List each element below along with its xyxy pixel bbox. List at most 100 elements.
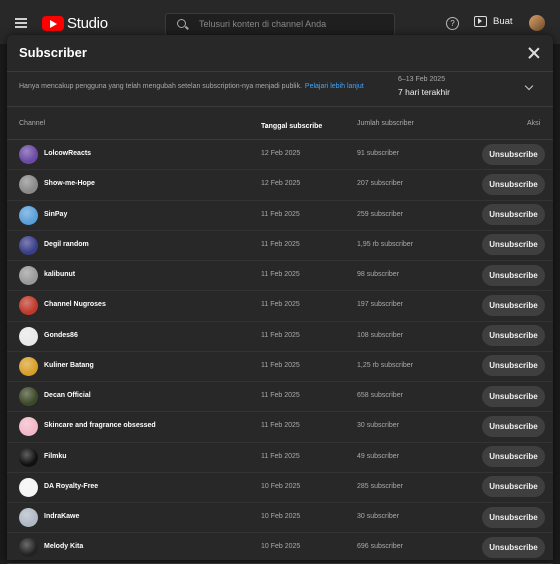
unsubscribe-button[interactable]: Unsubscribe — [482, 234, 545, 256]
subscriber-count: 696 subscriber — [357, 543, 403, 551]
unsubscribe-button[interactable]: Unsubscribe — [482, 385, 545, 407]
create-video-icon — [474, 16, 487, 27]
table-row: Gondes86 11 Feb 2025 108 subscriber Unsubsc… — [7, 322, 553, 352]
subscribe-date: 11 Feb 2025 — [261, 422, 300, 430]
table-row: SinPay 11 Feb 2025 259 subscriber Unsubscri… — [7, 201, 553, 231]
channel-name[interactable]: Show-me-Hope — [44, 180, 95, 187]
subscriber-count: 1,95 rb subscriber — [357, 240, 414, 248]
subscriber-count: 197 subscriber — [357, 301, 403, 309]
channel-avatar[interactable] — [19, 447, 38, 467]
channel-name[interactable]: Decan Official — [44, 392, 91, 399]
search-input[interactable]: Telusuri konten di channel Anda — [165, 13, 395, 37]
channel-avatar[interactable] — [19, 508, 38, 527]
channel-name[interactable]: Gondes86 — [44, 332, 78, 339]
sort-arrow-icon: ↓ — [265, 123, 269, 130]
subscribe-date: 11 Feb 2025 — [261, 210, 300, 218]
create-button[interactable]: Buat — [474, 16, 513, 27]
table-row: Decan Official 11 Feb 2025 658 subscriber U… — [7, 382, 553, 413]
youtube-logo-icon — [42, 16, 64, 31]
unsubscribe-button[interactable]: Unsubscribe — [482, 415, 545, 437]
subscribe-date: 10 Feb 2025 — [261, 513, 301, 520]
background-right — [553, 44, 560, 560]
channel-avatar[interactable] — [19, 538, 38, 558]
subscriber-count: 259 subscriber — [357, 210, 403, 218]
header-count: Jumlah subscriber — [357, 120, 414, 127]
channel-name[interactable]: Skincare and fragrance obsessed — [44, 422, 156, 429]
table-header: Channel Tanggal subscribe ↓ Jumlah subscr… — [7, 117, 553, 133]
header-action: Aksi — [527, 120, 541, 127]
table-row: Skincare and fragrance obsessed 11 Feb 20… — [7, 412, 553, 443]
unsubscribe-button[interactable]: Unsubscribe — [482, 143, 545, 165]
date-range-dropdown[interactable]: 6–13 Feb 2025 7 hari terakhir — [398, 73, 546, 101]
channel-avatar[interactable] — [19, 417, 38, 437]
channel-name[interactable]: Filmku — [44, 453, 67, 460]
divider — [7, 106, 553, 107]
search-icon — [177, 19, 186, 28]
dialog-title: Subscriber — [19, 45, 87, 60]
subscribers-dialog: Subscriber Hanya mencakup pengguna yang … — [7, 35, 553, 564]
channel-name[interactable]: Melody Kita — [44, 543, 83, 550]
channel-name[interactable]: Channel Nugroses — [44, 301, 106, 308]
create-label: Buat — [493, 16, 513, 27]
subscriber-list: LolcowReacts 12 Feb 2025 91 subscriber Unsu… — [7, 140, 553, 564]
account-avatar[interactable] — [529, 15, 545, 31]
channel-name[interactable]: kalibunut — [44, 271, 75, 278]
close-icon[interactable] — [527, 46, 541, 60]
date-period-text: 7 hari terakhir — [398, 87, 450, 97]
header-channel: Channel — [19, 120, 46, 127]
channel-avatar[interactable] — [19, 235, 38, 255]
channel-name[interactable]: Kuliner Batang — [44, 362, 94, 369]
channel-name[interactable]: DA Royalty-Free — [44, 483, 98, 490]
channel-avatar[interactable] — [19, 477, 38, 497]
background-left — [0, 44, 7, 560]
table-row: Melody Kita 10 Feb 2025 696 subscriber Unsu… — [7, 533, 553, 564]
subscriber-count: 98 subscriber — [357, 271, 400, 278]
channel-avatar[interactable] — [19, 296, 38, 316]
logo-text: Studio — [67, 15, 108, 32]
unsubscribe-button[interactable]: Unsubscribe — [482, 476, 545, 498]
subscribe-date: 11 Feb 2025 — [261, 240, 300, 248]
studio-logo[interactable]: Studio — [42, 15, 108, 32]
channel-avatar[interactable] — [19, 326, 38, 346]
chevron-down-icon — [524, 81, 534, 91]
subscribe-date: 11 Feb 2025 — [261, 301, 300, 309]
table-row: DA Royalty-Free 10 Feb 2025 285 subscriber… — [7, 473, 553, 503]
learn-more-link[interactable]: Pelajari lebih lanjut — [305, 83, 364, 90]
channel-name[interactable]: Degil random — [44, 241, 89, 248]
unsubscribe-button[interactable]: Unsubscribe — [482, 446, 545, 467]
help-icon[interactable]: ? — [446, 17, 459, 30]
date-range-text: 6–13 Feb 2025 — [398, 76, 446, 83]
unsubscribe-button[interactable]: Unsubscribe — [482, 294, 545, 316]
unsubscribe-button[interactable]: Unsubscribe — [482, 204, 545, 225]
description-text: Hanya mencakup pengguna yang telah mengu… — [19, 83, 302, 90]
subscribe-date: 12 Feb 2025 — [261, 150, 301, 157]
channel-name[interactable]: IndraKawe — [44, 513, 79, 520]
subscribe-date: 11 Feb 2025 — [261, 331, 300, 339]
subscribe-date: 11 Feb 2025 — [261, 452, 300, 460]
channel-avatar[interactable] — [19, 266, 38, 285]
menu-icon[interactable] — [15, 18, 27, 28]
channel-name[interactable]: LolcowReacts — [44, 150, 91, 157]
subscriber-count: 285 subscriber — [357, 482, 403, 490]
unsubscribe-button[interactable]: Unsubscribe — [482, 355, 545, 377]
channel-avatar[interactable] — [19, 356, 38, 376]
subscribe-date: 12 Feb 2025 — [261, 180, 301, 188]
channel-avatar[interactable] — [19, 205, 38, 225]
channel-name[interactable]: SinPay — [44, 211, 67, 218]
table-row: IndraKawe 10 Feb 2025 30 subscriber Unsubsc… — [7, 503, 553, 534]
subscriber-count: 207 subscriber — [357, 180, 403, 188]
unsubscribe-button[interactable]: Unsubscribe — [482, 536, 545, 558]
table-row: Show-me-Hope 12 Feb 2025 207 subscriber Uns… — [7, 170, 553, 201]
unsubscribe-button[interactable]: Unsubscribe — [482, 264, 545, 286]
subscriber-count: 30 subscriber — [357, 422, 400, 430]
unsubscribe-button[interactable]: Unsubscribe — [482, 173, 545, 195]
channel-avatar[interactable] — [19, 387, 38, 406]
description: Hanya mencakup pengguna yang telah mengu… — [19, 83, 364, 90]
channel-avatar[interactable] — [19, 175, 38, 195]
subscriber-count: 91 subscriber — [357, 150, 400, 157]
channel-avatar[interactable] — [19, 145, 38, 164]
unsubscribe-button[interactable]: Unsubscribe — [482, 325, 545, 346]
header-date-label: Tanggal subscribe — [261, 123, 323, 130]
subscribe-date: 11 Feb 2025 — [261, 271, 300, 278]
unsubscribe-button[interactable]: Unsubscribe — [482, 506, 545, 528]
